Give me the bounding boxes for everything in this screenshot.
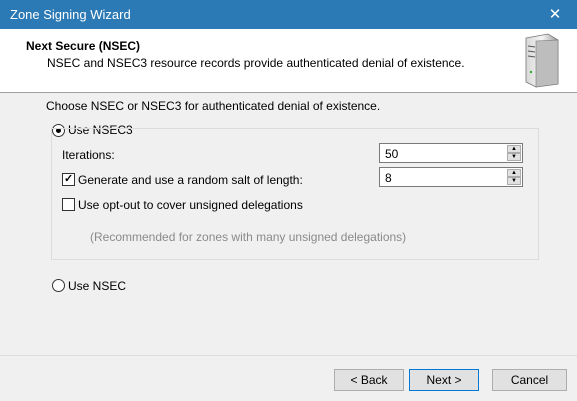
iterations-spin-buttons: ▲ ▼ xyxy=(507,145,521,161)
wizard-window: Zone Signing Wizard ✕ Next Secure (NSEC)… xyxy=(0,0,577,401)
salt-label[interactable]: Generate and use a random salt of length… xyxy=(78,173,303,187)
cancel-button[interactable]: Cancel xyxy=(492,369,567,391)
server-icon xyxy=(525,33,559,88)
iterations-value[interactable]: 50 xyxy=(385,147,398,161)
optout-checkbox[interactable] xyxy=(62,198,75,211)
page-subtitle: NSEC and NSEC3 resource records provide … xyxy=(47,56,465,70)
salt-length-stepper[interactable]: 8 ▲ ▼ xyxy=(379,167,523,187)
iterations-label: Iterations: xyxy=(62,148,115,162)
spin-up-icon[interactable]: ▲ xyxy=(507,169,521,177)
close-icon[interactable]: ✕ xyxy=(533,0,577,29)
salt-length-value[interactable]: 8 xyxy=(385,171,392,185)
page-title: Next Secure (NSEC) xyxy=(26,39,141,53)
title-bar: Zone Signing Wizard ✕ xyxy=(0,0,577,29)
salt-checkbox[interactable]: ✓ xyxy=(62,173,75,186)
next-button[interactable]: Next > xyxy=(409,369,479,391)
spin-down-icon[interactable]: ▼ xyxy=(507,153,521,161)
salt-spin-buttons: ▲ ▼ xyxy=(507,169,521,185)
optout-note: (Recommended for zones with many unsigne… xyxy=(90,230,407,244)
choice-prompt: Choose NSEC or NSEC3 for authenticated d… xyxy=(46,99,381,113)
spin-up-icon[interactable]: ▲ xyxy=(507,145,521,153)
wizard-header: Next Secure (NSEC) NSEC and NSEC3 resour… xyxy=(0,29,577,93)
iterations-stepper[interactable]: 50 ▲ ▼ xyxy=(379,143,523,163)
nsec-radio[interactable] xyxy=(52,279,65,292)
footer-divider xyxy=(0,355,577,356)
nsec-label[interactable]: Use NSEC xyxy=(68,279,126,293)
spin-down-icon[interactable]: ▼ xyxy=(507,177,521,185)
window-title: Zone Signing Wizard xyxy=(10,7,131,22)
check-icon: ✓ xyxy=(64,173,74,185)
back-button[interactable]: < Back xyxy=(334,369,404,391)
wizard-content: Choose NSEC or NSEC3 for authenticated d… xyxy=(0,93,577,353)
optout-label[interactable]: Use opt-out to cover unsigned delegation… xyxy=(78,198,303,212)
